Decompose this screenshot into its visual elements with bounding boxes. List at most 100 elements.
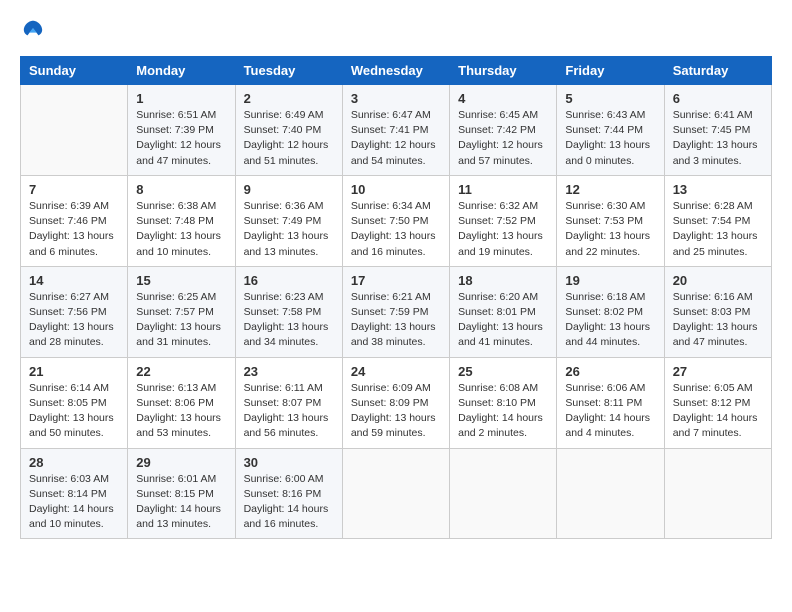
day-info: Sunrise: 6:03 AM Sunset: 8:14 PM Dayligh… <box>29 472 119 533</box>
day-cell <box>450 448 557 539</box>
day-info: Sunrise: 6:51 AM Sunset: 7:39 PM Dayligh… <box>136 108 226 169</box>
day-number: 23 <box>244 364 334 379</box>
day-cell: 4 Sunrise: 6:45 AM Sunset: 7:42 PM Daylig… <box>450 85 557 176</box>
day-info: Sunrise: 6:27 AM Sunset: 7:56 PM Dayligh… <box>29 290 119 351</box>
day-cell: 29 Sunrise: 6:01 AM Sunset: 8:15 PM Dayli… <box>128 448 235 539</box>
day-info: Sunrise: 6:20 AM Sunset: 8:01 PM Dayligh… <box>458 290 548 351</box>
logo-bird-icon <box>22 18 44 40</box>
day-cell: 11 Sunrise: 6:32 AM Sunset: 7:52 PM Dayli… <box>450 175 557 266</box>
day-info: Sunrise: 6:28 AM Sunset: 7:54 PM Dayligh… <box>673 199 763 260</box>
day-number: 27 <box>673 364 763 379</box>
calendar-table: SundayMondayTuesdayWednesdayThursdayFrid… <box>20 56 772 539</box>
weekday-header-wednesday: Wednesday <box>342 57 449 85</box>
day-info: Sunrise: 6:43 AM Sunset: 7:44 PM Dayligh… <box>565 108 655 169</box>
day-number: 4 <box>458 91 548 106</box>
day-info: Sunrise: 6:45 AM Sunset: 7:42 PM Dayligh… <box>458 108 548 169</box>
day-info: Sunrise: 6:09 AM Sunset: 8:09 PM Dayligh… <box>351 381 441 442</box>
day-info: Sunrise: 6:34 AM Sunset: 7:50 PM Dayligh… <box>351 199 441 260</box>
weekday-header-monday: Monday <box>128 57 235 85</box>
day-info: Sunrise: 6:39 AM Sunset: 7:46 PM Dayligh… <box>29 199 119 260</box>
day-number: 1 <box>136 91 226 106</box>
day-cell: 18Sunrise: 6:20 AM Sunset: 8:01 PM Dayli… <box>450 266 557 357</box>
day-cell: 20 Sunrise: 6:16 AM Sunset: 8:03 PM Dayli… <box>664 266 771 357</box>
day-info: Sunrise: 6:18 AM Sunset: 8:02 PM Dayligh… <box>565 290 655 351</box>
day-cell: 24 Sunrise: 6:09 AM Sunset: 8:09 PM Dayli… <box>342 357 449 448</box>
day-cell: 10 Sunrise: 6:34 AM Sunset: 7:50 PM Dayli… <box>342 175 449 266</box>
day-cell <box>21 85 128 176</box>
day-info: Sunrise: 6:08 AM Sunset: 8:10 PM Dayligh… <box>458 381 548 442</box>
day-info: Sunrise: 6:25 AM Sunset: 7:57 PM Dayligh… <box>136 290 226 351</box>
weekday-header-row: SundayMondayTuesdayWednesdayThursdayFrid… <box>21 57 772 85</box>
day-number: 7 <box>29 182 119 197</box>
day-cell: 8Sunrise: 6:38 AM Sunset: 7:48 PM Daylig… <box>128 175 235 266</box>
day-number: 17 <box>351 273 441 288</box>
day-info: Sunrise: 6:14 AM Sunset: 8:05 PM Dayligh… <box>29 381 119 442</box>
day-cell: 30 Sunrise: 6:00 AM Sunset: 8:16 PM Dayli… <box>235 448 342 539</box>
day-info: Sunrise: 6:16 AM Sunset: 8:03 PM Dayligh… <box>673 290 763 351</box>
day-info: Sunrise: 6:32 AM Sunset: 7:52 PM Dayligh… <box>458 199 548 260</box>
day-number: 2 <box>244 91 334 106</box>
day-info: Sunrise: 6:49 AM Sunset: 7:40 PM Dayligh… <box>244 108 334 169</box>
weekday-header-sunday: Sunday <box>21 57 128 85</box>
day-number: 10 <box>351 182 441 197</box>
day-info: Sunrise: 6:21 AM Sunset: 7:59 PM Dayligh… <box>351 290 441 351</box>
day-number: 26 <box>565 364 655 379</box>
day-cell: 6 Sunrise: 6:41 AM Sunset: 7:45 PM Daylig… <box>664 85 771 176</box>
weekday-header-thursday: Thursday <box>450 57 557 85</box>
day-number: 3 <box>351 91 441 106</box>
day-cell: 27 Sunrise: 6:05 AM Sunset: 8:12 PM Dayli… <box>664 357 771 448</box>
day-info: Sunrise: 6:01 AM Sunset: 8:15 PM Dayligh… <box>136 472 226 533</box>
day-number: 19 <box>565 273 655 288</box>
day-info: Sunrise: 6:13 AM Sunset: 8:06 PM Dayligh… <box>136 381 226 442</box>
day-cell: 15Sunrise: 6:25 AM Sunset: 7:57 PM Dayli… <box>128 266 235 357</box>
day-info: Sunrise: 6:23 AM Sunset: 7:58 PM Dayligh… <box>244 290 334 351</box>
day-info: Sunrise: 6:36 AM Sunset: 7:49 PM Dayligh… <box>244 199 334 260</box>
week-row-2: 7 Sunrise: 6:39 AM Sunset: 7:46 PM Daylig… <box>21 175 772 266</box>
day-number: 9 <box>244 182 334 197</box>
day-number: 21 <box>29 364 119 379</box>
day-info: Sunrise: 6:47 AM Sunset: 7:41 PM Dayligh… <box>351 108 441 169</box>
day-number: 13 <box>673 182 763 197</box>
day-cell: 5 Sunrise: 6:43 AM Sunset: 7:44 PM Daylig… <box>557 85 664 176</box>
day-info: Sunrise: 6:05 AM Sunset: 8:12 PM Dayligh… <box>673 381 763 442</box>
day-number: 28 <box>29 455 119 470</box>
week-row-5: 28 Sunrise: 6:03 AM Sunset: 8:14 PM Dayli… <box>21 448 772 539</box>
day-number: 16 <box>244 273 334 288</box>
day-cell: 12 Sunrise: 6:30 AM Sunset: 7:53 PM Dayli… <box>557 175 664 266</box>
day-cell: 7 Sunrise: 6:39 AM Sunset: 7:46 PM Daylig… <box>21 175 128 266</box>
day-info: Sunrise: 6:41 AM Sunset: 7:45 PM Dayligh… <box>673 108 763 169</box>
day-cell: 14 Sunrise: 6:27 AM Sunset: 7:56 PM Dayli… <box>21 266 128 357</box>
day-number: 11 <box>458 182 548 197</box>
day-info: Sunrise: 6:11 AM Sunset: 8:07 PM Dayligh… <box>244 381 334 442</box>
day-number: 22 <box>136 364 226 379</box>
day-number: 24 <box>351 364 441 379</box>
day-cell: 28 Sunrise: 6:03 AM Sunset: 8:14 PM Dayli… <box>21 448 128 539</box>
day-cell: 13 Sunrise: 6:28 AM Sunset: 7:54 PM Dayli… <box>664 175 771 266</box>
day-number: 5 <box>565 91 655 106</box>
page-header <box>20 20 772 40</box>
day-info: Sunrise: 6:38 AM Sunset: 7:48 PM Dayligh… <box>136 199 226 260</box>
day-cell <box>557 448 664 539</box>
day-cell: 9 Sunrise: 6:36 AM Sunset: 7:49 PM Daylig… <box>235 175 342 266</box>
week-row-3: 14 Sunrise: 6:27 AM Sunset: 7:56 PM Dayli… <box>21 266 772 357</box>
day-number: 6 <box>673 91 763 106</box>
day-cell: 1 Sunrise: 6:51 AM Sunset: 7:39 PM Daylig… <box>128 85 235 176</box>
day-number: 14 <box>29 273 119 288</box>
day-number: 20 <box>673 273 763 288</box>
day-cell: 21 Sunrise: 6:14 AM Sunset: 8:05 PM Dayli… <box>21 357 128 448</box>
day-cell <box>342 448 449 539</box>
day-cell: 3 Sunrise: 6:47 AM Sunset: 7:41 PM Daylig… <box>342 85 449 176</box>
day-cell: 17 Sunrise: 6:21 AM Sunset: 7:59 PM Dayli… <box>342 266 449 357</box>
day-number: 29 <box>136 455 226 470</box>
day-info: Sunrise: 6:30 AM Sunset: 7:53 PM Dayligh… <box>565 199 655 260</box>
weekday-header-friday: Friday <box>557 57 664 85</box>
day-cell: 23 Sunrise: 6:11 AM Sunset: 8:07 PM Dayli… <box>235 357 342 448</box>
day-cell: 22 Sunrise: 6:13 AM Sunset: 8:06 PM Dayli… <box>128 357 235 448</box>
day-number: 12 <box>565 182 655 197</box>
day-info: Sunrise: 6:00 AM Sunset: 8:16 PM Dayligh… <box>244 472 334 533</box>
logo <box>20 20 44 40</box>
day-cell: 25Sunrise: 6:08 AM Sunset: 8:10 PM Dayli… <box>450 357 557 448</box>
day-cell: 16 Sunrise: 6:23 AM Sunset: 7:58 PM Dayli… <box>235 266 342 357</box>
weekday-header-saturday: Saturday <box>664 57 771 85</box>
day-number: 30 <box>244 455 334 470</box>
